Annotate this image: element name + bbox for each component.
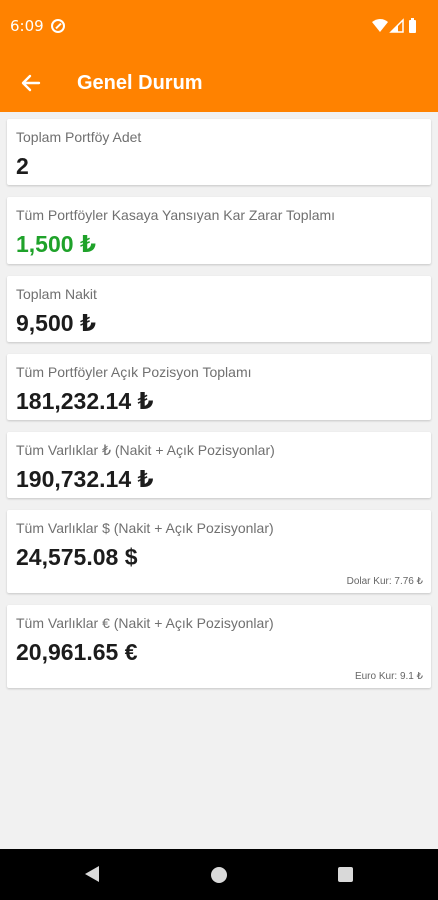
back-button[interactable]	[14, 66, 48, 100]
card-value: 1,500 ₺	[16, 231, 96, 257]
nav-recents-icon[interactable]	[338, 867, 353, 882]
usd-rate-note: Dolar Kur: 7.76 ₺	[346, 576, 423, 587]
card-open-positions-total: Tüm Portföyler Açık Pozisyon Toplamı 181…	[7, 354, 431, 420]
eur-rate-note: Euro Kur: 9.1 ₺	[354, 671, 423, 682]
card-assets-usd: Tüm Varlıklar $ (Nakit + Açık Pozisyonla…	[7, 510, 431, 593]
card-label: Tüm Portföyler Açık Pozisyon Toplamı	[16, 364, 252, 380]
status-time: 6:09	[10, 17, 44, 35]
card-value: 181,232.14 ₺	[16, 388, 154, 414]
status-app-icon	[51, 19, 65, 33]
card-assets-try: Tüm Varlıklar ₺ (Nakit + Açık Pozisyonla…	[7, 432, 431, 498]
card-value: 190,732.14 ₺	[16, 466, 154, 492]
status-icons	[368, 17, 428, 35]
card-value: 24,575.08 $	[16, 544, 138, 570]
card-label: Tüm Varlıklar ₺ (Nakit + Açık Pozisyonla…	[16, 442, 275, 458]
card-value: 9,500 ₺	[16, 310, 96, 336]
card-label: Tüm Portföyler Kasaya Yansıyan Kar Zarar…	[16, 207, 336, 223]
nav-home-icon[interactable]	[211, 867, 227, 883]
card-assets-eur: Tüm Varlıklar € (Nakit + Açık Pozisyonla…	[7, 605, 431, 688]
status-bar: 6:09	[0, 0, 438, 54]
card-profit-loss-total: Tüm Portföyler Kasaya Yansıyan Kar Zarar…	[7, 197, 431, 264]
signal-icon	[389, 18, 404, 33]
app-bar: 6:09 Genel Durum	[0, 0, 438, 112]
card-label: Tüm Varlıklar € (Nakit + Açık Pozisyonla…	[16, 615, 274, 631]
system-nav-bar	[0, 849, 438, 900]
card-portfolio-count: Toplam Portföy Adet 2	[7, 119, 431, 185]
card-total-cash: Toplam Nakit 9,500 ₺	[7, 276, 431, 342]
card-value: 20,961.65 €	[16, 639, 138, 665]
nav-back-icon[interactable]	[84, 865, 100, 883]
arrow-left-icon	[21, 74, 41, 92]
battery-icon	[409, 18, 416, 33]
card-label: Toplam Nakit	[16, 286, 97, 302]
card-label: Tüm Varlıklar $ (Nakit + Açık Pozisyonla…	[16, 520, 274, 536]
wifi-icon	[372, 19, 388, 32]
card-label: Toplam Portföy Adet	[16, 129, 142, 145]
page-title: Genel Durum	[77, 72, 203, 94]
card-value: 2	[16, 153, 29, 179]
screen: 6:09 Genel Durum Toplam Portföy Adet 2 T…	[0, 0, 438, 900]
